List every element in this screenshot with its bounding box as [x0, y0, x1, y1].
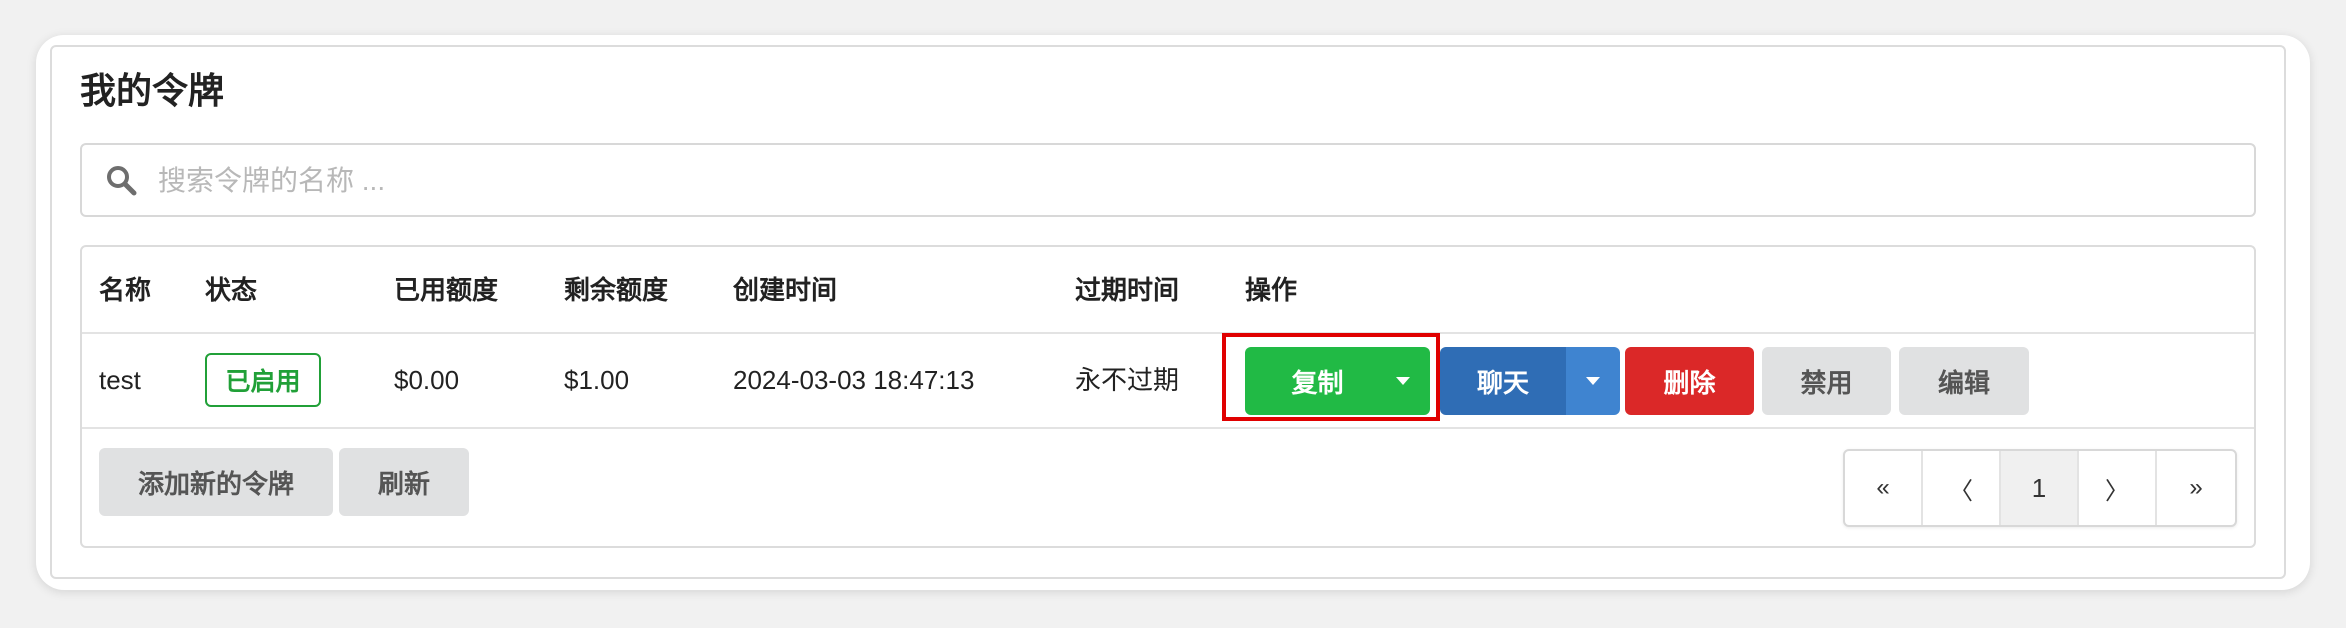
- status-badge: 已启用: [205, 353, 321, 407]
- edit-button-label: 编辑: [1937, 367, 1990, 398]
- token-created-time: 2024-03-03 18:47:13: [733, 365, 975, 395]
- pagination-next[interactable]: 〉: [2079, 451, 2157, 525]
- search-box[interactable]: [80, 143, 2256, 217]
- token-used-quota: $0.00: [394, 365, 460, 395]
- disable-button[interactable]: 禁用: [1762, 347, 1891, 415]
- header-divider: [82, 332, 2254, 334]
- add-token-button[interactable]: 添加新的令牌: [99, 448, 333, 516]
- search-icon: [107, 166, 137, 196]
- pagination-first[interactable]: «: [1845, 451, 1923, 525]
- caret-down-icon[interactable]: [1396, 377, 1410, 385]
- column-header-expire-time: 过期时间: [1075, 275, 1180, 305]
- caret-down-icon: [1586, 377, 1600, 385]
- token-remaining-quota: $1.00: [564, 365, 630, 395]
- pagination-last[interactable]: »: [2157, 451, 2235, 525]
- disable-button-label: 禁用: [1800, 367, 1853, 398]
- chat-button[interactable]: 聊天: [1440, 347, 1566, 415]
- pagination-page[interactable]: 1: [2001, 451, 2079, 525]
- copy-button[interactable]: 复制: [1245, 347, 1430, 415]
- pagination-prev[interactable]: 〈: [1923, 451, 2001, 525]
- token-expire-time: 永不过期: [1075, 365, 1180, 395]
- column-header-used-quota: 已用额度: [394, 275, 499, 305]
- refresh-button-label: 刷新: [377, 468, 430, 499]
- add-token-button-label: 添加新的令牌: [137, 468, 294, 499]
- column-header-actions: 操作: [1245, 275, 1298, 305]
- column-header-name: 名称: [99, 275, 152, 305]
- column-header-created-time: 创建时间: [733, 275, 838, 305]
- page-title: 我的令牌: [80, 70, 225, 111]
- delete-button[interactable]: 删除: [1625, 347, 1754, 415]
- copy-button-label: 复制: [1291, 367, 1344, 398]
- token-name: test: [99, 365, 141, 395]
- refresh-button[interactable]: 刷新: [339, 448, 469, 516]
- footer-divider: [82, 427, 2254, 429]
- column-header-remaining-quota: 剩余额度: [564, 275, 669, 305]
- search-input[interactable]: [156, 153, 2240, 209]
- chat-button-label: 聊天: [1476, 367, 1529, 398]
- delete-button-label: 删除: [1663, 367, 1716, 398]
- chat-dropdown-button[interactable]: [1566, 347, 1620, 415]
- pagination: « 〈 1 〉 »: [1843, 449, 2237, 527]
- column-header-status: 状态: [205, 275, 258, 305]
- edit-button[interactable]: 编辑: [1899, 347, 2029, 415]
